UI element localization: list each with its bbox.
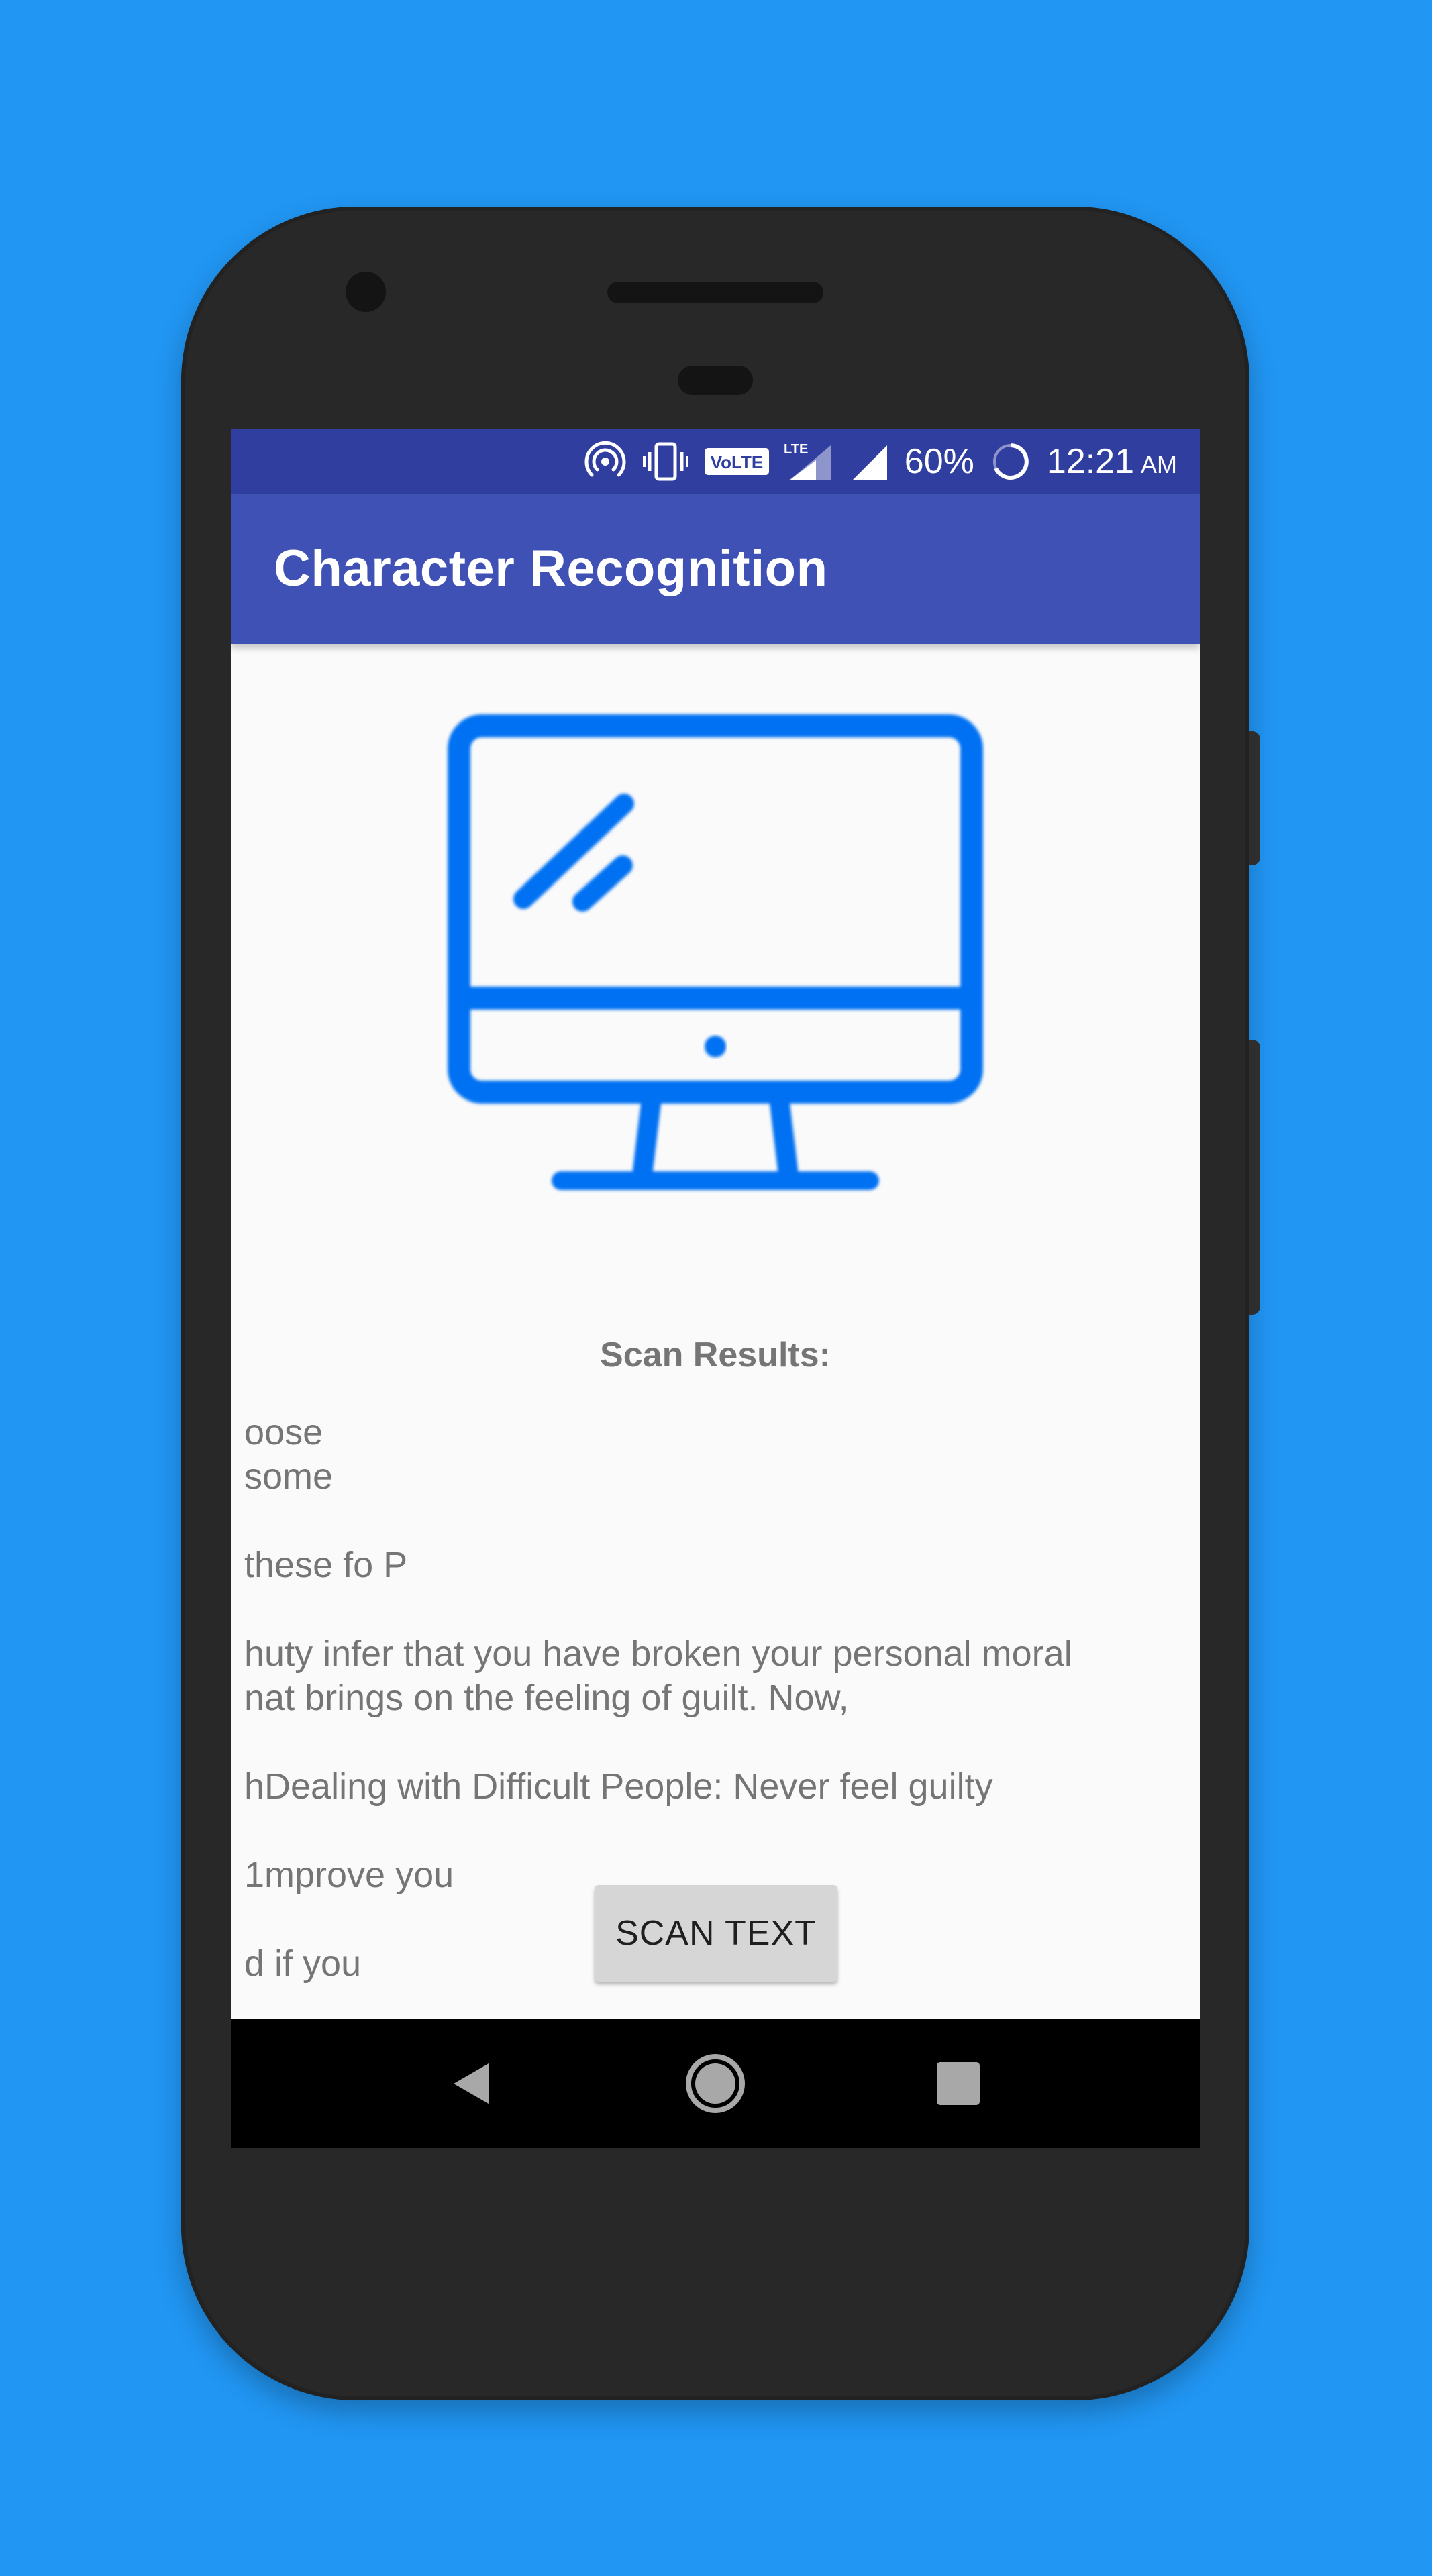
monitor-icon[interactable] [444, 711, 986, 1201]
screen: VoLTE LTE 60% 12:21 AM Character Recognit… [231, 429, 1200, 2148]
navigation-bar [231, 2019, 1200, 2148]
hotspot-icon [584, 441, 626, 477]
lte-text: LTE [784, 442, 808, 457]
status-bar: VoLTE LTE 60% 12:21 AM [231, 429, 1200, 494]
clock-ampm: AM [1141, 451, 1177, 478]
battery-icon [992, 443, 1029, 480]
volte-icon: VoLTE [704, 448, 769, 475]
recents-button[interactable] [918, 2019, 999, 2148]
scan-text-button[interactable]: SCAN TEXT [595, 1885, 837, 1982]
recents-icon [937, 2062, 980, 2105]
vibrate-icon [642, 442, 688, 481]
volume-button [1249, 1040, 1260, 1315]
front-camera [346, 272, 386, 312]
page-title: Character Recognition [274, 540, 828, 597]
clock: 12:21 AM [1047, 441, 1177, 482]
home-button[interactable] [675, 2019, 756, 2148]
back-button[interactable] [432, 2019, 513, 2148]
back-icon [454, 2063, 489, 2104]
scan-results-label: Scan Results: [600, 1336, 831, 1375]
volte-text: VoLTE [711, 452, 763, 472]
proximity-sensor [678, 366, 753, 395]
power-button [1249, 731, 1260, 865]
home-icon [686, 2054, 745, 2113]
clock-time: 12:21 [1046, 442, 1134, 481]
status-icons: VoLTE LTE 60% 12:21 AM [584, 429, 1177, 494]
battery-percent: 60% [904, 442, 974, 481]
lte-signal-icon: LTE [784, 442, 831, 480]
app-bar: Character Recognition [231, 494, 1200, 644]
earpiece-speaker [607, 282, 823, 303]
signal-icon [852, 445, 887, 480]
